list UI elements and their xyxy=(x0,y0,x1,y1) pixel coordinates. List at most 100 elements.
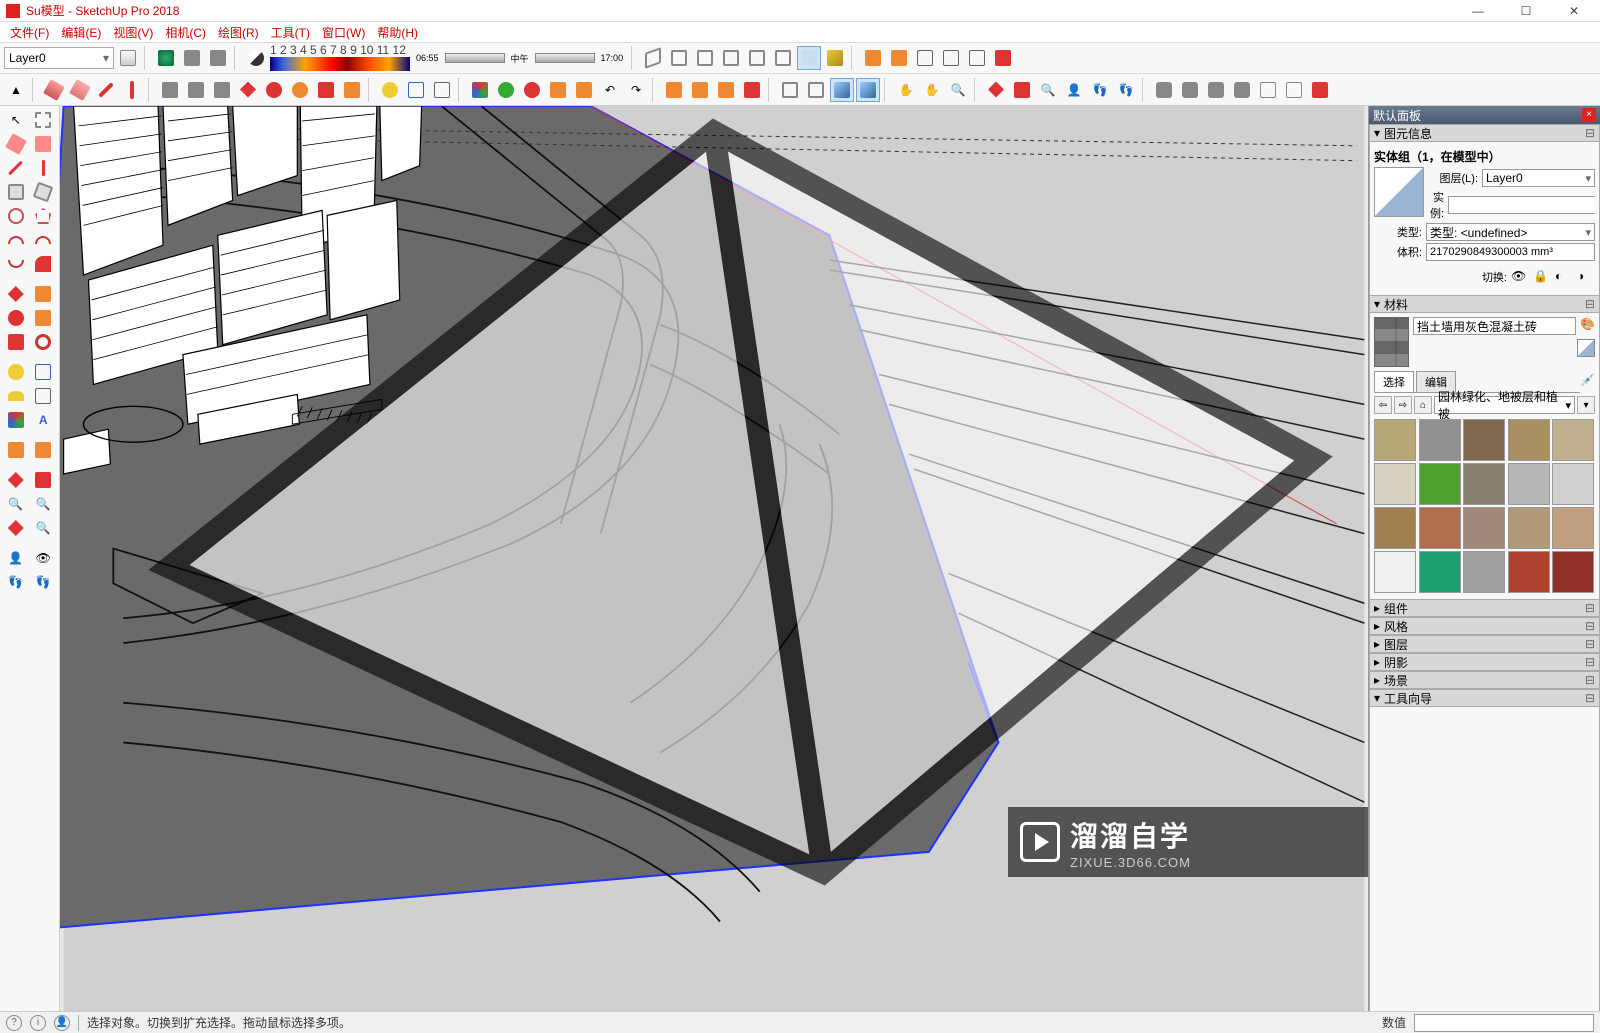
entity-layer-select[interactable]: Layer0 xyxy=(1482,169,1595,187)
section-fill-icon[interactable] xyxy=(714,78,738,102)
material-swatch[interactable] xyxy=(1463,463,1505,505)
position-cam-left-icon[interactable]: 👤 xyxy=(2,546,30,570)
wireframe-icon[interactable] xyxy=(778,78,802,102)
zoom-extents-icon[interactable] xyxy=(984,78,1008,102)
zoom-window-icon[interactable] xyxy=(1010,78,1034,102)
walk-icon[interactable]: 👣 xyxy=(1088,78,1112,102)
shaded-texture-icon[interactable] xyxy=(830,78,854,102)
cast-toggle-icon[interactable]: ◑ xyxy=(1577,269,1595,285)
extension-icon[interactable] xyxy=(991,46,1015,70)
eyedropper-icon[interactable]: 💉 xyxy=(1580,373,1595,387)
material-category-select[interactable]: 园林绿化、地被层和植被 xyxy=(1434,396,1575,414)
shaded-style-icon[interactable] xyxy=(823,46,847,70)
maximize-button[interactable]: ☐ xyxy=(1506,1,1546,21)
back-view-icon[interactable] xyxy=(745,46,769,70)
lasso-icon[interactable] xyxy=(30,108,58,132)
sandbox-icon[interactable] xyxy=(30,438,58,462)
geolocation-icon[interactable] xyxy=(154,46,178,70)
nav-menu-icon[interactable]: ▾ xyxy=(1577,396,1595,414)
make-component-icon[interactable] xyxy=(158,78,182,102)
menu-tools[interactable]: 工具(T) xyxy=(265,22,316,43)
move-left-icon[interactable] xyxy=(2,282,30,306)
entity-instance-input[interactable] xyxy=(1448,196,1595,214)
small-house-icon[interactable] xyxy=(913,46,937,70)
medium-house-icon[interactable] xyxy=(939,46,963,70)
eraser-soft-icon[interactable] xyxy=(68,78,92,102)
instructor-header[interactable]: ▾工具向导⊟ xyxy=(1369,689,1600,707)
nav-home-icon[interactable]: ⌂ xyxy=(1414,396,1432,414)
layers-header[interactable]: ▸图层⊟ xyxy=(1369,635,1600,653)
shadows-header[interactable]: ▸阴影⊟ xyxy=(1369,653,1600,671)
section-cut-icon[interactable] xyxy=(740,78,764,102)
right-view-icon[interactable] xyxy=(719,46,743,70)
axes-left-icon[interactable] xyxy=(2,408,30,432)
minimize-button[interactable]: — xyxy=(1458,1,1498,21)
pushpull-icon[interactable] xyxy=(30,282,58,306)
walk2-icon[interactable]: 👣 xyxy=(30,570,58,594)
xray-style-icon[interactable] xyxy=(797,46,821,70)
material-swatch[interactable] xyxy=(1508,551,1550,593)
record1-icon[interactable] xyxy=(1152,78,1176,102)
monochrome-icon[interactable] xyxy=(856,78,880,102)
polygon-icon[interactable] xyxy=(30,204,58,228)
help-icon[interactable]: ? xyxy=(6,1015,22,1031)
zoom-all-icon[interactable]: 🔍 xyxy=(30,516,58,540)
material-thumbnail[interactable] xyxy=(1374,317,1409,367)
time-slider[interactable] xyxy=(445,53,505,63)
make-group-icon[interactable] xyxy=(184,78,208,102)
rotated-rect-icon[interactable] xyxy=(30,180,58,204)
redo-icon[interactable]: ↷ xyxy=(624,78,648,102)
record4-icon[interactable] xyxy=(1230,78,1254,102)
rectangle-icon[interactable] xyxy=(2,180,30,204)
dimension-left-icon[interactable] xyxy=(30,360,58,384)
info-icon[interactable]: i xyxy=(30,1015,46,1031)
flag2-icon[interactable] xyxy=(1282,78,1306,102)
text-left-icon[interactable] xyxy=(30,384,58,408)
material-swatch[interactable] xyxy=(1374,507,1416,549)
scale-orange-icon[interactable] xyxy=(340,78,364,102)
text-icon[interactable] xyxy=(430,78,454,102)
record2-icon[interactable] xyxy=(1178,78,1202,102)
freehand-line-icon[interactable] xyxy=(30,156,58,180)
orbit-left-icon[interactable] xyxy=(2,468,30,492)
rotate-orange-icon[interactable] xyxy=(288,78,312,102)
pencil-icon[interactable] xyxy=(94,78,118,102)
material-swatch[interactable] xyxy=(1419,419,1461,461)
create-material-icon[interactable]: 🎨 xyxy=(1580,317,1595,335)
terrain-icon[interactable] xyxy=(180,46,204,70)
dimension-icon[interactable] xyxy=(404,78,428,102)
top-view-icon[interactable] xyxy=(667,46,691,70)
menu-camera[interactable]: 相机(C) xyxy=(159,22,212,43)
material-swatch[interactable] xyxy=(1552,551,1594,593)
section-display-icon[interactable] xyxy=(688,78,712,102)
eraser-left-icon[interactable] xyxy=(2,132,30,156)
menu-view[interactable]: 视图(V) xyxy=(107,22,159,43)
materials-tab-select[interactable]: 选择 xyxy=(1374,371,1414,392)
menu-window[interactable]: 窗口(W) xyxy=(316,22,371,43)
move-icon[interactable] xyxy=(236,78,260,102)
pie-icon[interactable] xyxy=(30,252,58,276)
material-swatch[interactable] xyxy=(1463,551,1505,593)
iso-view-icon[interactable] xyxy=(641,46,665,70)
large-house-icon[interactable] xyxy=(965,46,989,70)
zoom-window-left-icon[interactable]: 🔍 xyxy=(30,492,58,516)
tray-close-icon[interactable]: × xyxy=(1582,108,1596,122)
material-swatch[interactable] xyxy=(1552,419,1594,461)
warehouse-icon[interactable] xyxy=(861,46,885,70)
scenes-header[interactable]: ▸场景⊟ xyxy=(1369,671,1600,689)
circle-icon[interactable] xyxy=(2,204,30,228)
arc2-icon[interactable] xyxy=(30,228,58,252)
line-icon[interactable] xyxy=(2,156,30,180)
rotate-left-icon[interactable] xyxy=(2,306,30,330)
zoom-lens-icon[interactable]: 🔍 xyxy=(946,78,970,102)
date-slider[interactable] xyxy=(535,53,595,63)
material-swatch[interactable] xyxy=(1463,507,1505,549)
default-tray-header[interactable]: 默认面板 × xyxy=(1369,106,1600,124)
walk-left-icon[interactable]: 👣 xyxy=(2,570,30,594)
pan-tool-icon[interactable] xyxy=(546,78,570,102)
undo-icon[interactable]: ↶ xyxy=(598,78,622,102)
pan-hand-icon[interactable]: ✋ xyxy=(894,78,918,102)
pan-left-icon[interactable] xyxy=(30,468,58,492)
rotate-red-icon[interactable] xyxy=(262,78,286,102)
components-header[interactable]: ▸组件⊟ xyxy=(1369,599,1600,617)
